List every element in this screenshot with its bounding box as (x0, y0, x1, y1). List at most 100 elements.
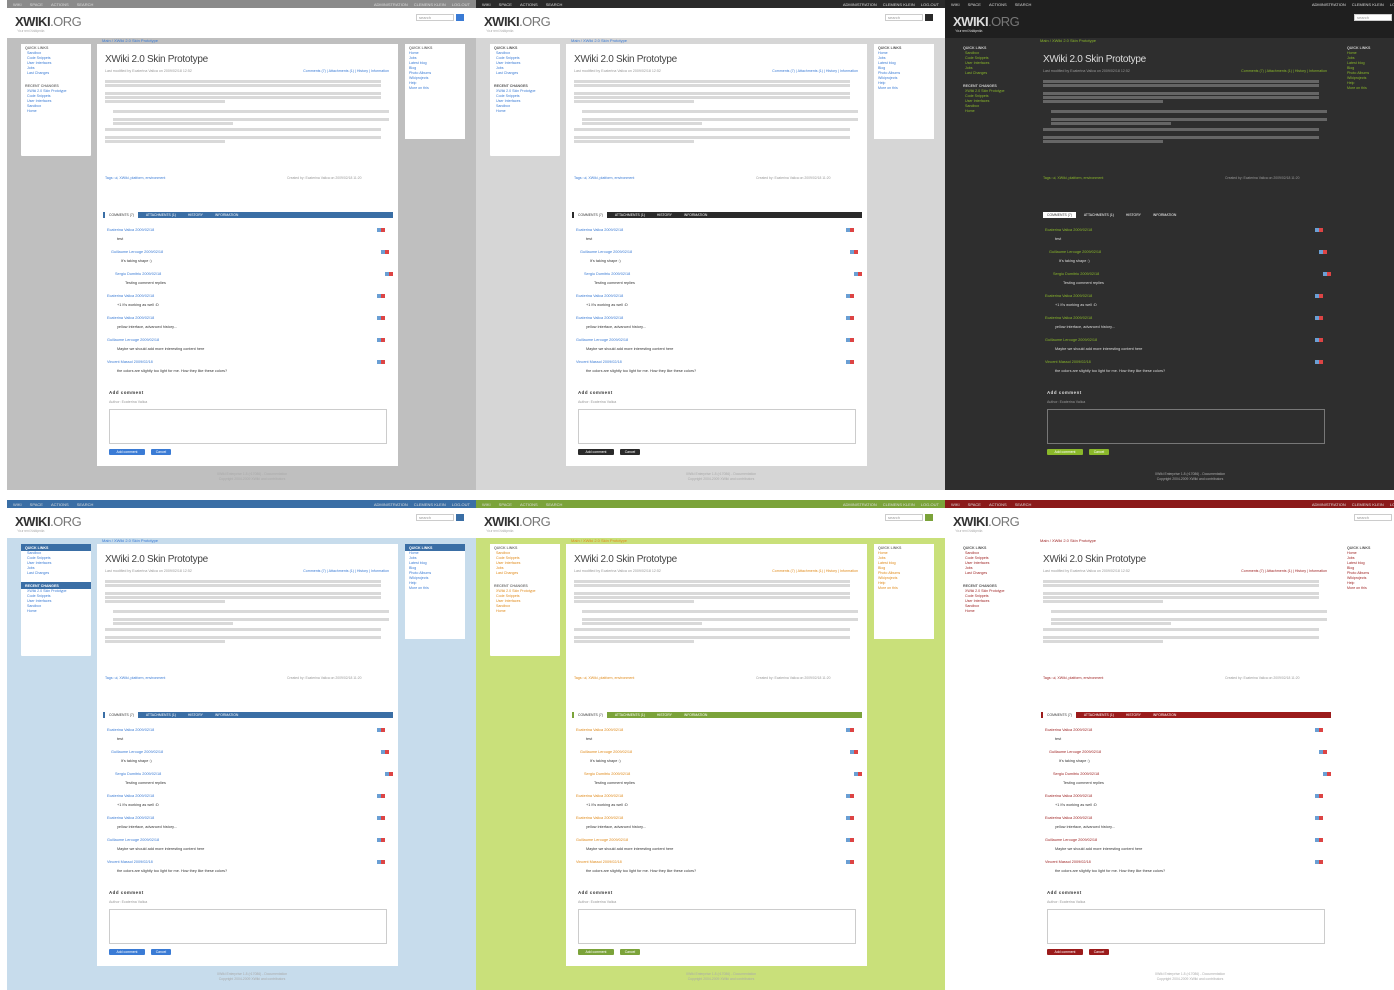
comment-author[interactable]: Guillaume Lerouge 2009/02/18 (111, 250, 163, 254)
top-menu-item[interactable]: SPACE (499, 2, 512, 7)
comment-author[interactable]: Vincent Massol 2009/02/18 (576, 860, 622, 864)
comment-actions-icon[interactable] (385, 272, 393, 276)
cancel-button[interactable]: Cancel (620, 449, 640, 455)
cancel-button[interactable]: Cancel (1089, 449, 1109, 455)
top-menu-item[interactable]: SPACE (968, 502, 981, 507)
top-menu-item[interactable]: ACTIONS (989, 2, 1007, 7)
top-menu-item[interactable]: SPACE (968, 2, 981, 7)
search-input[interactable]: search (885, 14, 923, 21)
comment-author[interactable]: Guillaume Lerouge 2009/02/18 (1049, 750, 1101, 754)
comment-author[interactable]: Vincent Massol 2009/02/18 (107, 860, 153, 864)
top-menu-item[interactable]: ACTIONS (520, 2, 538, 7)
top-menu-user-item[interactable]: CLEMENS KLEIN (883, 2, 915, 7)
comment-author[interactable]: Vincent Massol 2009/02/18 (1045, 860, 1091, 864)
comment-actions-icon[interactable] (846, 728, 854, 732)
top-menu-user-item[interactable]: CLEMENS KLEIN (1352, 2, 1384, 7)
page-meta-links[interactable]: Comments (7) | Attachments (1) | History… (1241, 569, 1327, 573)
comment-textarea[interactable] (1047, 409, 1325, 444)
comment-author[interactable]: Sergiu Dumitriu 2009/02/18 (115, 272, 161, 276)
comment-textarea[interactable] (578, 409, 856, 444)
comment-actions-icon[interactable] (377, 338, 385, 342)
comment-actions-icon[interactable] (846, 360, 854, 364)
comment-author[interactable]: Ecaterina Valica 2009/02/18 (1045, 794, 1092, 798)
add-comment-button[interactable]: Add comment (1047, 449, 1083, 455)
comment-actions-icon[interactable] (1319, 750, 1327, 754)
comment-author[interactable]: Guillaume Lerouge 2009/02/18 (107, 838, 159, 842)
comment-author[interactable]: Ecaterina Valica 2009/02/18 (576, 316, 623, 320)
comment-actions-icon[interactable] (846, 794, 854, 798)
comment-actions-icon[interactable] (1319, 250, 1327, 254)
top-menu-user-item[interactable]: ADMINISTRATION (374, 502, 408, 507)
comment-author[interactable]: Ecaterina Valica 2009/02/18 (576, 294, 623, 298)
comment-actions-icon[interactable] (385, 772, 393, 776)
tab[interactable]: Information (680, 212, 711, 218)
top-menu-item[interactable]: ACTIONS (520, 502, 538, 507)
comment-actions-icon[interactable] (1315, 316, 1323, 320)
comment-author[interactable]: Vincent Massol 2009/02/18 (576, 360, 622, 364)
tab[interactable]: History (184, 212, 207, 218)
comment-author[interactable]: Ecaterina Valica 2009/02/18 (107, 316, 154, 320)
panel-link[interactable]: Home (490, 609, 560, 614)
comment-author[interactable]: Ecaterina Valica 2009/02/18 (1045, 316, 1092, 320)
top-menu-user-item[interactable]: ADMINISTRATION (374, 2, 408, 7)
tab[interactable]: History (184, 712, 207, 718)
comment-author[interactable]: Ecaterina Valica 2009/02/18 (107, 816, 154, 820)
comment-author[interactable]: Guillaume Lerouge 2009/02/18 (580, 250, 632, 254)
top-menu-item[interactable]: SPACE (499, 502, 512, 507)
comment-actions-icon[interactable] (850, 750, 858, 754)
comment-author[interactable]: Ecaterina Valica 2009/02/18 (1045, 294, 1092, 298)
tab[interactable]: Information (680, 712, 711, 718)
logo[interactable]: XWIKI.ORG Your next Xwikipedia (953, 514, 1020, 533)
top-menu-item[interactable]: SEARCH (1015, 2, 1032, 7)
logo[interactable]: XWIKI.ORG Your next Xwikipedia (484, 14, 551, 33)
add-comment-button[interactable]: Add comment (578, 949, 614, 955)
top-menu-item[interactable]: SEARCH (546, 2, 563, 7)
comment-actions-icon[interactable] (377, 294, 385, 298)
comment-author[interactable]: Guillaume Lerouge 2009/02/18 (576, 338, 628, 342)
panel-link[interactable]: More on this (405, 586, 465, 591)
panel-link[interactable]: More on this (1343, 586, 1394, 591)
tab[interactable]: Information (211, 212, 242, 218)
comment-actions-icon[interactable] (1315, 338, 1323, 342)
comment-actions-icon[interactable] (1323, 772, 1331, 776)
search-input[interactable]: search (416, 514, 454, 521)
panel-link[interactable]: Home (490, 109, 560, 114)
panel-link[interactable]: More on this (1343, 86, 1394, 91)
comment-author[interactable]: Ecaterina Valica 2009/02/18 (576, 794, 623, 798)
top-menu-item[interactable]: ACTIONS (51, 2, 69, 7)
tab[interactable]: History (1122, 212, 1145, 218)
search-input[interactable]: search (1354, 14, 1392, 21)
tab[interactable]: Comments (7) (574, 712, 607, 718)
comment-textarea[interactable] (578, 909, 856, 944)
tab[interactable]: Comments (7) (1043, 212, 1076, 218)
comment-actions-icon[interactable] (1315, 838, 1323, 842)
top-menu-user-item[interactable]: ADMINISTRATION (1312, 2, 1346, 7)
tab[interactable]: Information (1149, 712, 1180, 718)
top-menu-item[interactable]: SEARCH (77, 502, 94, 507)
comment-actions-icon[interactable] (846, 338, 854, 342)
add-comment-button[interactable]: Add comment (109, 449, 145, 455)
logo[interactable]: XWIKI.ORG Your next Xwikipedia (15, 514, 82, 533)
breadcrumb[interactable]: Main / XWiki 2.0 Skin Prototype (1040, 38, 1096, 43)
comment-author[interactable]: Ecaterina Valica 2009/02/18 (107, 794, 154, 798)
top-menu-user-item[interactable]: LOG-OUT (921, 2, 939, 7)
comment-author[interactable]: Guillaume Lerouge 2009/02/18 (1045, 838, 1097, 842)
logo[interactable]: XWIKI.ORG Your next Xwikipedia (953, 14, 1020, 33)
top-menu-item[interactable]: WIKI (951, 502, 960, 507)
search-button[interactable] (925, 514, 933, 521)
comment-author[interactable]: Ecaterina Valica 2009/02/18 (107, 228, 154, 232)
tab[interactable]: Information (1149, 212, 1180, 218)
top-menu-user-item[interactable]: CLEMENS KLEIN (883, 502, 915, 507)
comment-actions-icon[interactable] (1323, 272, 1331, 276)
comment-actions-icon[interactable] (1315, 228, 1323, 232)
comment-actions-icon[interactable] (854, 272, 862, 276)
top-menu-user-item[interactable]: LOG-OUT (452, 2, 470, 7)
page-meta-links[interactable]: Comments (7) | Attachments (1) | History… (772, 569, 858, 573)
comment-actions-icon[interactable] (850, 250, 858, 254)
top-menu-item[interactable]: ACTIONS (989, 502, 1007, 507)
tab[interactable]: Attachments (1) (611, 212, 649, 218)
breadcrumb[interactable]: Main / XWiki 2.0 Skin Prototype (1040, 538, 1096, 543)
comment-author[interactable]: Ecaterina Valica 2009/02/18 (107, 294, 154, 298)
comment-actions-icon[interactable] (846, 838, 854, 842)
logo[interactable]: XWIKI.ORG Your next Xwikipedia (484, 514, 551, 533)
